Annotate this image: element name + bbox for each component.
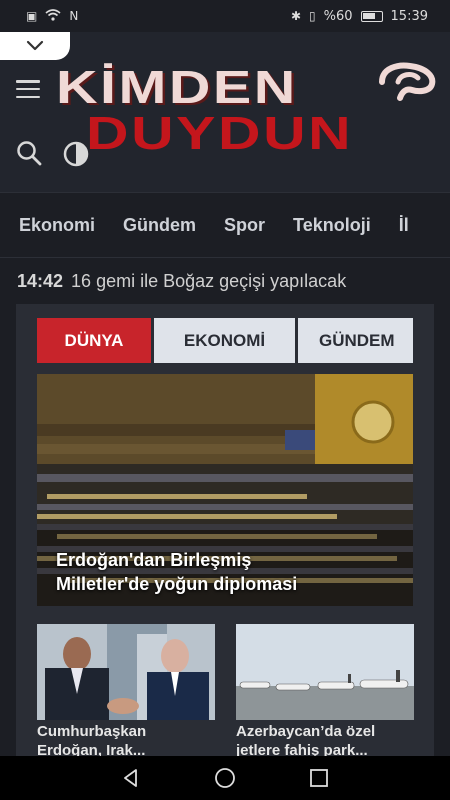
hero-title-line2: Milletler'de yoğun diplomasi	[56, 574, 298, 594]
contrast-icon[interactable]	[62, 140, 90, 168]
category-nav: Ekonomi Gündem Spor Teknoloji İl	[0, 192, 450, 258]
collapse-tab[interactable]	[0, 32, 70, 60]
card-title-line1: Cumhurbaşkan	[37, 723, 147, 740]
ticker-headline: 16 gemi ile Boğaz geçişi yapılacak	[71, 270, 347, 291]
nav-item-ekonomi[interactable]: Ekonomi	[19, 215, 95, 236]
back-icon[interactable]	[120, 767, 142, 789]
vibrate-icon: ▯	[309, 9, 316, 23]
hamburger-icon[interactable]	[16, 80, 40, 98]
breaking-news-ticker[interactable]: 14:42 16 gemi ile Boğaz geçişi yapılacak	[0, 258, 450, 304]
bluetooth-icon: ✱	[290, 9, 302, 23]
site-logo[interactable]: KİMDEN DUYDUN	[56, 60, 436, 160]
sim-icon: ▣	[26, 9, 38, 23]
card-image	[236, 624, 414, 720]
card-title-line2: jetlere fahiş park...	[236, 742, 368, 756]
status-bar: ▣ N ✱ ▯ %60 15:39	[0, 0, 450, 32]
news-section: DÜNYA EKONOMİ GÜNDEM Erdoğan'dan Birleşm…	[16, 304, 434, 756]
card-image	[37, 624, 215, 720]
card-title-line1: Azerbaycan’da özel	[236, 723, 376, 740]
nav-item-spor[interactable]: Spor	[224, 215, 265, 236]
tab-ekonomi[interactable]: EKONOMİ	[154, 318, 295, 363]
clock: 15:39	[390, 8, 428, 24]
site-header: KİMDEN DUYDUN	[0, 32, 450, 192]
card-title-line2: Erdoğan, Irak...	[37, 742, 146, 756]
system-nav-bar	[0, 756, 450, 800]
chevron-down-icon	[26, 40, 44, 51]
card-title: Azerbaycan’da özel jetlere fahiş park...	[236, 722, 414, 756]
battery-percent: %60	[323, 8, 353, 24]
nav-item-teknoloji[interactable]: Teknoloji	[293, 215, 371, 236]
tab-gundem[interactable]: GÜNDEM	[298, 318, 413, 363]
search-icon[interactable]	[16, 140, 42, 166]
logo-line2: DUYDUN	[86, 107, 354, 159]
hero-title: Erdoğan'dan Birleşmiş Milletler'de yoğun…	[56, 548, 297, 596]
section-tabs: DÜNYA EKONOMİ GÜNDEM	[37, 318, 413, 363]
ear-icon	[379, 62, 436, 101]
wifi-icon	[45, 8, 61, 24]
tab-dunya[interactable]: DÜNYA	[37, 318, 151, 363]
nfc-icon: N	[69, 9, 79, 23]
home-icon[interactable]	[214, 767, 236, 789]
recents-icon[interactable]	[308, 767, 330, 789]
nav-item-gundem[interactable]: Gündem	[123, 215, 196, 236]
hero-article[interactable]: Erdoğan'dan Birleşmiş Milletler'de yoğun…	[37, 374, 413, 606]
card-title: Cumhurbaşkan Erdoğan, Irak...	[37, 722, 215, 756]
battery-icon	[360, 10, 383, 22]
nav-item-il[interactable]: İl	[399, 215, 409, 236]
news-card[interactable]: Azerbaycan’da özel jetlere fahiş park...	[236, 624, 414, 756]
news-card[interactable]: Cumhurbaşkan Erdoğan, Irak...	[37, 624, 215, 756]
ticker-time: 14:42	[17, 270, 64, 291]
hero-title-line1: Erdoğan'dan Birleşmiş	[56, 550, 252, 570]
